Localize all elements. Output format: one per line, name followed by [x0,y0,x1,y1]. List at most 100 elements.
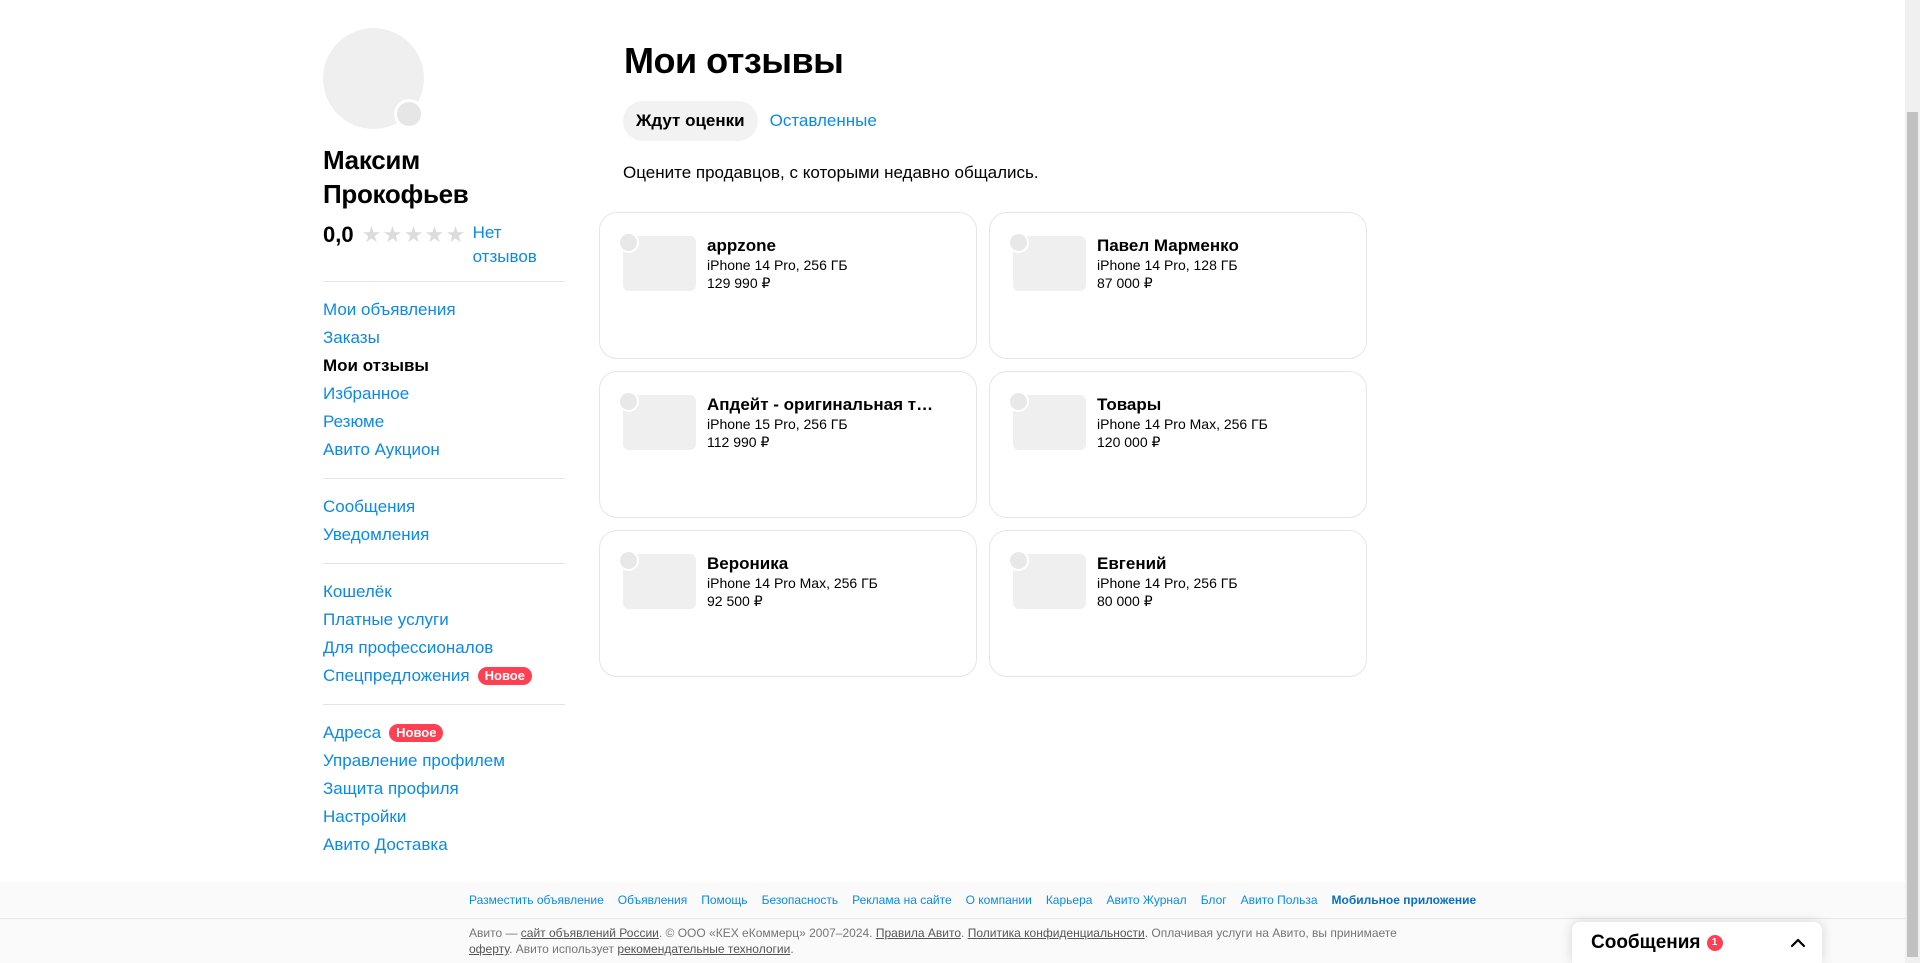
rating-value: 0,0 [323,222,354,247]
sidebar-nav-label: Адреса [323,723,382,742]
sidebar-nav-item[interactable]: Адреса Новое [323,719,565,747]
sidebar-nav-item[interactable]: Спецпредложения Новое [323,662,565,690]
legal-link[interactable]: сайт объявлений России [521,926,659,940]
legal-text: . Оплачивая услуги на Авито, вы принимае… [1144,926,1397,940]
sidebar-nav-label: Мои объявления [323,300,456,319]
seller-name[interactable]: Евгений [1097,554,1327,574]
footer-app-link[interactable]: Мобильное приложение [1332,893,1477,907]
card-info: Павел Марменко iPhone 14 Pro, 128 ГБ 87 … [1097,236,1327,292]
legal-text: Авито — [469,926,521,940]
legal-link[interactable]: Политика конфиденциальности [968,926,1145,940]
star-icon: ★ [424,222,445,247]
chevron-up-icon[interactable] [1788,933,1808,953]
reviews-link[interactable]: Нет отзывов [473,221,553,269]
legal-link[interactable]: Правила Авито [876,926,961,940]
sidebar-nav-item[interactable]: Настройки [323,803,565,831]
seller-review-card[interactable]: Евгений iPhone 14 Pro, 256 ГБ 80 000 ₽ [989,530,1367,677]
sidebar-nav-item[interactable]: Мои объявления [323,296,565,324]
footer-link[interactable]: Карьера [1046,893,1093,907]
item-title: iPhone 14 Pro, 256 ГБ [1097,575,1238,591]
seller-name[interactable]: Вероника [707,554,937,574]
item-price: 120 000 ₽ [1097,434,1161,450]
legal-link[interactable]: оферту [469,942,509,956]
item-price: 92 500 ₽ [707,593,763,609]
messenger-widget[interactable]: Сообщения 1 [1572,922,1822,963]
seller-review-card[interactable]: Товары iPhone 14 Pro Max, 256 ГБ 120 000… [989,371,1367,518]
seller-name[interactable]: appzone [707,236,937,256]
footer-link[interactable]: Помощь [701,893,747,907]
page-title: Мои отзывы [624,40,844,81]
card-info: Апдейт - оригинальная те... iPhone 15 Pr… [707,395,937,451]
seller-name[interactable]: Товары [1097,395,1327,415]
footer-link[interactable]: Безопасность [762,893,839,907]
sidebar-nav-item[interactable]: Резюме [323,408,565,436]
footer-link[interactable]: О компании [966,893,1032,907]
sidebar-nav-item[interactable]: Мои отзывы [323,352,565,380]
review-tab[interactable]: Оставленные [758,101,890,141]
sidebar-nav-item[interactable]: Заказы [323,324,565,352]
item-title: iPhone 14 Pro, 128 ГБ [1097,257,1238,273]
user-name[interactable]: Максим Прокофьев [323,143,565,211]
sidebar-nav-label: Авито Доставка [323,835,448,854]
seller-review-card[interactable]: Вероника iPhone 14 Pro Max, 256 ГБ 92 50… [599,530,977,677]
footer-link[interactable]: Объявления [618,893,687,907]
seller-name[interactable]: Павел Марменко [1097,236,1327,256]
sidebar-nav-label: Настройки [323,807,407,826]
sidebar-nav-label: Уведомления [323,525,430,544]
footer-links: Разместить объявление Объявления Помощь Без… [469,893,1490,907]
card-info: Вероника iPhone 14 Pro Max, 256 ГБ 92 50… [707,554,937,610]
footer-link[interactable]: Авито Журнал [1106,893,1186,907]
sidebar-nav: Мои объявления Заказы Мои отзывы Избранное Р… [323,281,565,859]
legal-text: . [961,926,968,940]
footer-legal-text: Авито — сайт объявлений России. © ООО «К… [469,925,1419,957]
footer-divider [0,918,1905,919]
sidebar-nav-label: Мои отзывы [323,356,429,375]
rating-stars: ★ ★ ★ ★ ★ [362,224,467,246]
page-scrollbar[interactable] [1905,0,1920,963]
sidebar-nav-item[interactable]: Кошелёк [323,578,565,606]
sidebar-nav-item[interactable]: Сообщения [323,493,565,521]
sidebar-nav-item[interactable]: Управление профилем [323,747,565,775]
sidebar-nav-item[interactable]: Авито Аукцион [323,436,565,464]
star-icon: ★ [361,222,382,247]
seller-avatar [618,391,639,412]
footer-link[interactable]: Блог [1201,893,1227,907]
profile-sidebar: Максим Прокофьев 0,0 ★ ★ ★ ★ ★ Нет отзывов М… [323,28,565,859]
sidebar-nav-item[interactable]: Авито Доставка [323,831,565,859]
item-title: iPhone 14 Pro Max, 256 ГБ [707,575,878,591]
seller-review-card[interactable]: Павел Марменко iPhone 14 Pro, 128 ГБ 87 … [989,212,1367,359]
sidebar-nav-item[interactable]: Уведомления [323,521,565,549]
item-title: iPhone 14 Pro Max, 256 ГБ [1097,416,1268,432]
nav-section: Адреса Новое Управление профилем Защита про… [323,704,565,859]
sidebar-nav-label: Управление профилем [323,751,505,770]
seller-review-card[interactable]: appzone iPhone 14 Pro, 256 ГБ 129 990 ₽ [599,212,977,359]
sidebar-nav-label: Защита профиля [323,779,459,798]
nav-section: Мои объявления Заказы Мои отзывы Избранное Р… [323,281,565,464]
avatar[interactable] [323,28,424,129]
star-icon: ★ [403,222,424,247]
footer-link[interactable]: Авито Польза [1241,893,1318,907]
item-title: iPhone 15 Pro, 256 ГБ [707,416,848,432]
sidebar-nav-item[interactable]: Защита профиля [323,775,565,803]
item-price: 80 000 ₽ [1097,593,1153,609]
scrollbar-thumb[interactable] [1907,112,1918,957]
sidebar-nav-item[interactable]: Избранное [323,380,565,408]
legal-text: . Авито использует [509,942,618,956]
star-icon: ★ [382,222,403,247]
review-cards-grid: appzone iPhone 14 Pro, 256 ГБ 129 990 ₽ … [599,212,1368,677]
legal-link[interactable]: рекомендательные технологии [617,942,790,956]
seller-avatar [1008,232,1029,253]
avatar-status-badge [394,99,424,129]
review-tabs: Ждут оценки Оставленные [623,101,890,141]
footer-link[interactable]: Реклама на сайте [852,893,952,907]
legal-text: . © ООО «КЕХ еКоммерц» 2007–2024. [658,926,876,940]
seller-review-card[interactable]: Апдейт - оригинальная те... iPhone 15 Pr… [599,371,977,518]
sidebar-nav-item[interactable]: Для профессионалов [323,634,565,662]
sidebar-nav-item[interactable]: Платные услуги [323,606,565,634]
review-tab[interactable]: Ждут оценки [623,101,758,141]
footer-link[interactable]: Разместить объявление [469,893,604,907]
sidebar-nav-label: Спецпредложения [323,666,470,685]
seller-name[interactable]: Апдейт - оригинальная те... [707,395,937,415]
seller-avatar [618,550,639,571]
sidebar-nav-label: Кошелёк [323,582,392,601]
